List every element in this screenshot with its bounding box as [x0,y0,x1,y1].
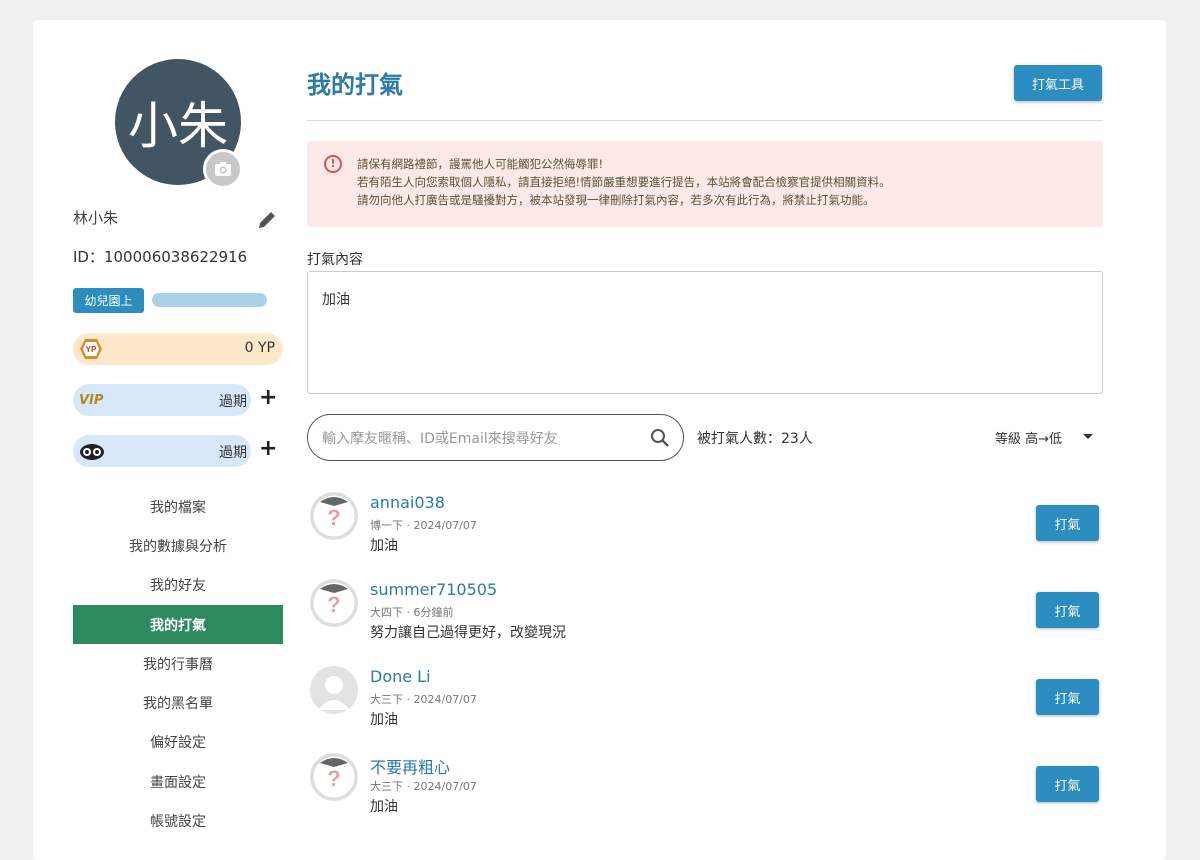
cheer-button[interactable]: 打氣 [1036,766,1099,802]
cheer-content-textarea[interactable]: 加油 [307,271,1103,394]
sidebar-item-blacklist[interactable]: 我的黑名單 [73,683,283,722]
user-id: ID：100006038622916 [73,248,248,266]
add-owl-button[interactable]: + [259,436,277,461]
avatar[interactable] [310,666,358,714]
friend-message: 努力讓自己過得更好，改變現況 [370,625,566,641]
level-badge: 幼兒園上 [73,288,144,313]
alert-line: 請保有網路禮節，謾罵他人可能觸犯公然侮辱罪! [357,157,604,171]
yp-coin-icon: YP [80,339,102,359]
avatar[interactable]: ? [310,492,358,540]
sidebar-menu: 我的檔案 我的數據與分析 我的好友 我的打氣 我的行事曆 我的黑名單 偏好設定 … [73,487,283,841]
vip-status-text: 過期 [219,394,247,410]
unknown-avatar-icon: ? [310,753,358,801]
profile-card: 小朱 林小朱 ID：100006038622916 幼兒園上 YP 0 YP V… [33,20,1166,860]
username: 林小朱 [73,209,119,227]
chevron-down-icon[interactable] [1083,434,1093,439]
friend-message: 加油 [370,538,398,554]
sidebar-item-preferences[interactable]: 偏好設定 [73,723,283,762]
search-icon[interactable] [650,428,670,448]
sidebar-item-calendar[interactable]: 我的行事曆 [73,644,283,683]
page-title: 我的打氣 [307,71,403,99]
friend-meta: 大三下 · 2024/07/07 [370,693,477,706]
alert-line: 請勿向他人打廣告或是騷擾對方，被本站發現一律刪除打氣內容，若多次有此行為，將禁止… [357,193,875,207]
level-progress-bar [152,293,267,307]
sort-select[interactable]: 等級 高→低 [995,428,1062,447]
cheer-button[interactable]: 打氣 [1036,592,1099,628]
avatar[interactable]: ? [310,579,358,627]
list-item: Done Li 大三下 · 2024/07/07 加油 打氣 [307,664,1103,751]
owl-status-text: 過期 [219,445,247,461]
friend-message: 加油 [370,799,398,815]
divider [307,120,1103,121]
list-item: ? annai038 博一下 · 2024/07/07 加油 打氣 [307,490,1103,577]
search-placeholder: 輸入摩友暱稱、ID或Email來搜尋好友 [322,430,558,447]
svg-text:?: ? [327,592,340,617]
alert-line: 若有陌生人向您索取個人隱私，請直接拒絕!情節嚴重想要進行提告，本站將會配合檢察官… [357,175,891,189]
avatar[interactable]: ? [310,753,358,801]
cheer-tool-button[interactable]: 打氣工具 [1014,65,1102,101]
friend-meta: 大四下 · 6分鐘前 [370,606,454,619]
cheer-list: ? annai038 博一下 · 2024/07/07 加油 打氣 ? summ… [307,490,1103,838]
list-item: ? 不要再粗心 大三下 · 2024/07/07 加油 打氣 [307,751,1103,838]
default-user-icon [310,666,358,714]
edit-pencil-icon[interactable] [256,209,278,231]
friend-meta: 大三下 · 2024/07/07 [370,780,477,793]
add-vip-button[interactable]: + [259,385,277,410]
friend-name[interactable]: summer710505 [370,580,497,599]
svg-text:YP: YP [86,345,97,354]
sidebar-item-profile[interactable]: 我的檔案 [73,487,283,526]
owl-status: 過期 [73,435,251,467]
alert-icon: ! [324,155,342,173]
friend-search-input[interactable]: 輸入摩友暱稱、ID或Email來搜尋好友 [307,414,684,461]
vip-status: VIP 過期 [73,384,251,416]
list-item: ? summer710505 大四下 · 6分鐘前 努力讓自己過得更好，改變現況… [307,577,1103,664]
cheer-button[interactable]: 打氣 [1036,505,1099,541]
content-label: 打氣內容 [307,252,363,268]
cheer-button[interactable]: 打氣 [1036,679,1099,715]
svg-text:?: ? [327,766,340,791]
friend-name[interactable]: 不要再粗心 [370,754,450,778]
unknown-avatar-icon: ? [310,579,358,627]
camera-icon[interactable] [203,149,243,189]
sidebar-item-display[interactable]: 畫面設定 [73,762,283,801]
sidebar-item-cheers[interactable]: 我的打氣 [73,604,283,645]
avatar[interactable]: 小朱 [115,59,243,189]
sidebar-item-analytics[interactable]: 我的數據與分析 [73,526,283,565]
yp-balance: YP 0 YP [73,333,283,365]
friend-message: 加油 [370,712,398,728]
owl-icon [80,444,104,460]
vip-icon: VIP [79,392,104,408]
friend-name[interactable]: annai038 [370,493,445,512]
svg-text:?: ? [327,505,340,530]
warning-alert: ! 請保有網路禮節，謾罵他人可能觸犯公然侮辱罪! 若有陌生人向您索取個人隱私，請… [307,141,1103,227]
unknown-avatar-icon: ? [310,492,358,540]
friend-name[interactable]: Done Li [370,667,431,686]
sidebar-item-account[interactable]: 帳號設定 [73,801,283,840]
cheered-count: 被打氣人數：23人 [697,431,813,447]
friend-meta: 博一下 · 2024/07/07 [370,519,477,532]
sidebar-item-friends[interactable]: 我的好友 [73,566,283,605]
yp-value: 0 YP [244,340,275,356]
